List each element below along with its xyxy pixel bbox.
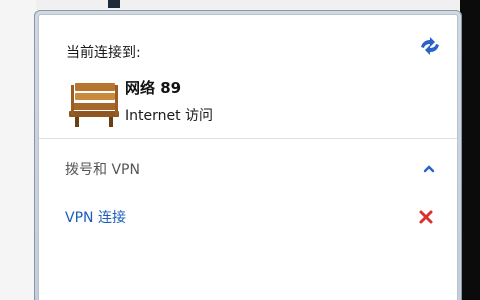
network-flyout: 当前连接到: 网络 89 Internet 访问 拨号和 VPN VPN 连接	[34, 10, 462, 300]
currently-connected-heading: 当前连接到:	[66, 45, 141, 61]
dialup-vpn-section-title: 拨号和 VPN	[65, 162, 140, 178]
network-access-status: Internet 访问	[125, 108, 214, 124]
chevron-up-icon[interactable]	[423, 164, 435, 174]
flyout-content: 当前连接到: 网络 89 Internet 访问 拨号和 VPN VPN 连接	[38, 14, 458, 300]
background-stripe	[108, 0, 120, 8]
refresh-icon[interactable]	[417, 35, 443, 57]
background-right	[460, 0, 480, 300]
section-divider	[39, 138, 457, 139]
background-top	[0, 0, 480, 10]
vpn-connection-item[interactable]: VPN 连接	[65, 207, 126, 227]
background-left	[0, 0, 36, 300]
network-bench-icon	[69, 83, 119, 127]
close-x-icon[interactable]	[417, 208, 435, 226]
network-name: 网络 89	[125, 79, 182, 97]
